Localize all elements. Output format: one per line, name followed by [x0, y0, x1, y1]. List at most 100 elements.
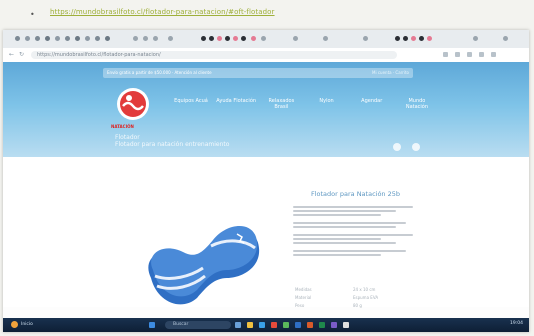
- tab-icon[interactable]: [75, 36, 80, 41]
- tab-icon[interactable]: [25, 36, 30, 41]
- tab-icon[interactable]: [201, 36, 206, 41]
- tab-icon[interactable]: [143, 36, 148, 41]
- edge-icon[interactable]: [259, 322, 265, 328]
- description-line: [293, 254, 381, 256]
- tab-icon[interactable]: [293, 36, 298, 41]
- spec-value: 24 x 10 cm: [353, 287, 376, 292]
- tab-icon[interactable]: [251, 36, 256, 41]
- bookmark-icon[interactable]: [443, 52, 448, 57]
- description-line: [293, 210, 396, 212]
- page-title-line1: Flotador: [115, 134, 140, 141]
- tab-icon[interactable]: [323, 36, 328, 41]
- tab-icon[interactable]: [217, 36, 222, 41]
- menu-item-nylon[interactable]: Nylon: [307, 98, 347, 118]
- main-menu: Equipos Acuá Ayuda Flotación Relaxados B…: [171, 98, 437, 118]
- teams-icon[interactable]: [331, 322, 337, 328]
- spec-value: Espuma EVA: [353, 295, 379, 300]
- tab-icon[interactable]: [411, 36, 416, 41]
- profile-icon[interactable]: [467, 52, 472, 57]
- file-explorer-icon[interactable]: [247, 322, 253, 328]
- extension-icon[interactable]: [455, 52, 460, 57]
- start-label[interactable]: Inicio: [21, 322, 33, 327]
- website: Envío gratis a partir de $50.000 · Atenc…: [3, 62, 529, 308]
- tab-icon[interactable]: [419, 36, 424, 41]
- url-input[interactable]: https://mundobrasilfoto.cl/flotador-para…: [31, 51, 397, 59]
- menu-item-relaxados[interactable]: Relaxados Brasil: [261, 98, 301, 118]
- tab-icon[interactable]: [395, 36, 400, 41]
- product-image-buoy: [148, 226, 260, 305]
- spec-value: 80 g: [353, 303, 362, 308]
- tab-icon[interactable]: [55, 36, 60, 41]
- description-line: [293, 250, 406, 252]
- windows-taskbar: Inicio Buscar 19:04: [3, 318, 529, 332]
- windows-icon[interactable]: [149, 322, 155, 328]
- description-line: [293, 238, 381, 240]
- tab-icon[interactable]: [261, 36, 266, 41]
- tab-icon[interactable]: [209, 36, 214, 41]
- tab-icon[interactable]: [105, 36, 110, 41]
- description-line: [293, 206, 413, 208]
- description-line: [293, 226, 396, 228]
- spec-label: Peso: [295, 303, 305, 308]
- list-bullet: •: [30, 10, 35, 19]
- tab-icon[interactable]: [133, 36, 138, 41]
- tab-icon[interactable]: [95, 36, 100, 41]
- account-links[interactable]: Mi cuenta · Carrito: [372, 68, 409, 78]
- address-bar: ← ↻ https://mundobrasilfoto.cl/flotador-…: [3, 48, 529, 63]
- menu-item-equipos[interactable]: Equipos Acuá: [171, 98, 211, 118]
- menu-item-ayuda[interactable]: Ayuda Flotación: [216, 98, 256, 118]
- app-icon[interactable]: [343, 322, 349, 328]
- download-icon[interactable]: [479, 52, 484, 57]
- spec-label: Medidas: [295, 287, 312, 292]
- menu-item-agendar[interactable]: Agendar: [352, 98, 392, 118]
- logo-text: NATACIÓN: [111, 124, 134, 129]
- page-title-line2: Flotador para natación entrenamiento: [115, 141, 230, 148]
- site-logo[interactable]: [115, 86, 151, 122]
- cart-icon[interactable]: [412, 143, 421, 151]
- tab-icon[interactable]: [15, 36, 20, 41]
- menu-item-mundo[interactable]: Mundo Natación: [397, 98, 437, 118]
- arrow-left-icon[interactable]: ←: [9, 51, 14, 58]
- spec-label: Material: [295, 295, 312, 300]
- tab-icon[interactable]: [363, 36, 368, 41]
- start-icon[interactable]: [11, 321, 18, 328]
- clock[interactable]: 19:04: [510, 321, 523, 326]
- tab-icon[interactable]: [427, 36, 432, 41]
- top-info-strip: Envío gratis a partir de $50.000 · Atenc…: [103, 68, 413, 78]
- reload-icon[interactable]: ↻: [19, 51, 24, 58]
- app-icon[interactable]: [283, 322, 289, 328]
- menu-icon[interactable]: [491, 52, 496, 57]
- tab-icon[interactable]: [225, 36, 230, 41]
- powerpoint-icon[interactable]: [307, 322, 313, 328]
- tab-icon[interactable]: [153, 36, 158, 41]
- tab-icon[interactable]: [45, 36, 50, 41]
- description-line: [293, 222, 406, 224]
- task-view-icon[interactable]: [235, 322, 241, 328]
- description-line: [293, 242, 396, 244]
- product-panel: Flotador para Natación 25b: [293, 190, 418, 258]
- word-icon[interactable]: [295, 322, 301, 328]
- top-info-text: Envío gratis a partir de $50.000 · Atenc…: [107, 70, 212, 75]
- browser-tab-bar[interactable]: [3, 30, 529, 49]
- tab-icon[interactable]: [65, 36, 70, 41]
- tab-icon[interactable]: [241, 36, 246, 41]
- page-title: Flotador Flotador para natación entrenam…: [115, 134, 229, 148]
- tab-icon[interactable]: [233, 36, 238, 41]
- header-actions: [393, 136, 426, 155]
- excel-icon[interactable]: [319, 322, 325, 328]
- tab-icon[interactable]: [403, 36, 408, 41]
- document-link[interactable]: https://mundobrasilfoto.cl/flotador-para…: [50, 8, 275, 16]
- site-header: Envío gratis a partir de $50.000 · Atenc…: [3, 62, 529, 157]
- search-icon[interactable]: [393, 143, 401, 151]
- product-title: Flotador para Natación 25b: [310, 190, 401, 198]
- tab-icon[interactable]: [85, 36, 90, 41]
- chrome-icon[interactable]: [271, 322, 277, 328]
- tab-icon[interactable]: [503, 36, 508, 41]
- description-line: [293, 234, 413, 236]
- taskbar-search-input[interactable]: Buscar: [165, 321, 231, 329]
- screenshot-photo: ← ↻ https://mundobrasilfoto.cl/flotador-…: [3, 30, 529, 332]
- description-line: [293, 214, 381, 216]
- tab-icon[interactable]: [35, 36, 40, 41]
- tab-icon[interactable]: [473, 36, 478, 41]
- tab-icon[interactable]: [168, 36, 173, 41]
